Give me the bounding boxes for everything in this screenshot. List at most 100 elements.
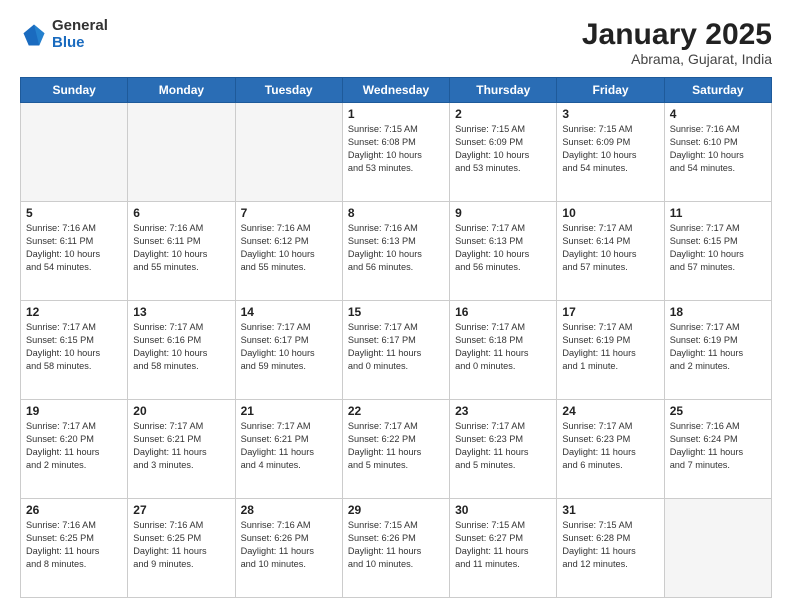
calendar-cell: 21 Sunrise: 7:17 AMSunset: 6:21 PMDayligh…: [235, 400, 342, 499]
day-number: 18: [670, 305, 766, 319]
calendar-cell: 25 Sunrise: 7:16 AMSunset: 6:24 PMDayligh…: [664, 400, 771, 499]
day-number: 13: [133, 305, 229, 319]
day-header-tuesday: Tuesday: [235, 78, 342, 103]
cell-details: Sunrise: 7:16 AMSunset: 6:25 PMDaylight:…: [133, 519, 229, 571]
calendar-cell: 8Sunrise: 7:16 AMSunset: 6:13 PMDaylight…: [342, 202, 449, 301]
calendar-cell: 18 Sunrise: 7:17 AMSunset: 6:19 PMDayligh…: [664, 301, 771, 400]
page: General Blue January 2025 Abrama, Gujara…: [0, 0, 792, 612]
cell-details: Sunrise: 7:17 AMSunset: 6:23 PMDaylight:…: [562, 420, 658, 472]
calendar-cell: 2 Sunrise: 7:15 AMSunset: 6:09 PMDaylight…: [450, 103, 557, 202]
day-number: 20: [133, 404, 229, 418]
cell-details: Sunrise: 7:16 AMSunset: 6:24 PMDaylight:…: [670, 420, 766, 472]
cell-details: Sunrise: 7:15 AMSunset: 6:08 PMDaylight:…: [348, 123, 444, 175]
calendar-cell: 16 Sunrise: 7:17 AMSunset: 6:18 PMDayligh…: [450, 301, 557, 400]
cell-details: Sunrise: 7:15 AMSunset: 6:28 PMDaylight:…: [562, 519, 658, 571]
day-number: 19: [26, 404, 122, 418]
calendar-cell: [235, 103, 342, 202]
calendar-cell: 9Sunrise: 7:17 AMSunset: 6:13 PMDaylight…: [450, 202, 557, 301]
day-number: 11: [670, 206, 766, 220]
calendar-cell: 7Sunrise: 7:16 AMSunset: 6:12 PMDaylight…: [235, 202, 342, 301]
cell-details: Sunrise: 7:16 AMSunset: 6:11 PMDaylight:…: [133, 222, 229, 274]
day-number: 27: [133, 503, 229, 517]
day-header-sunday: Sunday: [21, 78, 128, 103]
calendar-week-2: 12 Sunrise: 7:17 AMSunset: 6:15 PMDayligh…: [21, 301, 772, 400]
day-number: 6: [133, 206, 229, 220]
cell-details: Sunrise: 7:16 AMSunset: 6:25 PMDaylight:…: [26, 519, 122, 571]
cell-details: Sunrise: 7:15 AMSunset: 6:09 PMDaylight:…: [455, 123, 551, 175]
cell-details: Sunrise: 7:15 AMSunset: 6:26 PMDaylight:…: [348, 519, 444, 571]
day-number: 15: [348, 305, 444, 319]
calendar-cell: 14 Sunrise: 7:17 AMSunset: 6:17 PMDayligh…: [235, 301, 342, 400]
day-number: 26: [26, 503, 122, 517]
day-number: 28: [241, 503, 337, 517]
calendar-cell: 6 Sunrise: 7:16 AMSunset: 6:11 PMDaylight…: [128, 202, 235, 301]
calendar-cell: [664, 499, 771, 598]
calendar-table: SundayMondayTuesdayWednesdayThursdayFrid…: [20, 77, 772, 598]
cell-details: Sunrise: 7:17 AMSunset: 6:15 PMDaylight:…: [670, 222, 766, 274]
calendar-cell: 17Sunrise: 7:17 AMSunset: 6:19 PMDayligh…: [557, 301, 664, 400]
calendar-cell: 23 Sunrise: 7:17 AMSunset: 6:23 PMDayligh…: [450, 400, 557, 499]
cell-details: Sunrise: 7:16 AMSunset: 6:13 PMDaylight:…: [348, 222, 444, 274]
day-header-wednesday: Wednesday: [342, 78, 449, 103]
calendar-cell: 1 Sunrise: 7:15 AMSunset: 6:08 PMDaylight…: [342, 103, 449, 202]
cell-details: Sunrise: 7:17 AMSunset: 6:22 PMDaylight:…: [348, 420, 444, 472]
calendar-cell: 12 Sunrise: 7:17 AMSunset: 6:15 PMDayligh…: [21, 301, 128, 400]
cell-details: Sunrise: 7:15 AMSunset: 6:09 PMDaylight:…: [562, 123, 658, 175]
logo-general-text: General: [52, 18, 108, 35]
day-number: 22: [348, 404, 444, 418]
logo-icon: [20, 21, 48, 49]
day-number: 30: [455, 503, 551, 517]
calendar-cell: 10 Sunrise: 7:17 AMSunset: 6:14 PMDayligh…: [557, 202, 664, 301]
day-number: 21: [241, 404, 337, 418]
day-header-saturday: Saturday: [664, 78, 771, 103]
day-header-friday: Friday: [557, 78, 664, 103]
cell-details: Sunrise: 7:17 AMSunset: 6:23 PMDaylight:…: [455, 420, 551, 472]
cell-details: Sunrise: 7:17 AMSunset: 6:15 PMDaylight:…: [26, 321, 122, 373]
cell-details: Sunrise: 7:17 AMSunset: 6:13 PMDaylight:…: [455, 222, 551, 274]
calendar-cell: 19Sunrise: 7:17 AMSunset: 6:20 PMDayligh…: [21, 400, 128, 499]
cell-details: Sunrise: 7:16 AMSunset: 6:10 PMDaylight:…: [670, 123, 766, 175]
calendar-cell: 31 Sunrise: 7:15 AMSunset: 6:28 PMDayligh…: [557, 499, 664, 598]
cell-details: Sunrise: 7:16 AMSunset: 6:12 PMDaylight:…: [241, 222, 337, 274]
day-number: 4: [670, 107, 766, 121]
calendar-cell: 3 Sunrise: 7:15 AMSunset: 6:09 PMDaylight…: [557, 103, 664, 202]
day-number: 16: [455, 305, 551, 319]
day-number: 29: [348, 503, 444, 517]
cell-details: Sunrise: 7:16 AMSunset: 6:26 PMDaylight:…: [241, 519, 337, 571]
calendar-cell: [128, 103, 235, 202]
day-number: 10: [562, 206, 658, 220]
calendar-cell: 20Sunrise: 7:17 AMSunset: 6:21 PMDayligh…: [128, 400, 235, 499]
day-number: 3: [562, 107, 658, 121]
day-number: 5: [26, 206, 122, 220]
calendar-cell: 29 Sunrise: 7:15 AMSunset: 6:26 PMDayligh…: [342, 499, 449, 598]
day-number: 31: [562, 503, 658, 517]
calendar-week-3: 19Sunrise: 7:17 AMSunset: 6:20 PMDayligh…: [21, 400, 772, 499]
calendar-header-row: SundayMondayTuesdayWednesdayThursdayFrid…: [21, 78, 772, 103]
cell-details: Sunrise: 7:17 AMSunset: 6:21 PMDaylight:…: [241, 420, 337, 472]
day-number: 14: [241, 305, 337, 319]
day-number: 1: [348, 107, 444, 121]
logo-blue-text: Blue: [52, 35, 108, 52]
cell-details: Sunrise: 7:17 AMSunset: 6:14 PMDaylight:…: [562, 222, 658, 274]
calendar-cell: [21, 103, 128, 202]
calendar-cell: 26 Sunrise: 7:16 AMSunset: 6:25 PMDayligh…: [21, 499, 128, 598]
calendar-cell: 28 Sunrise: 7:16 AMSunset: 6:26 PMDayligh…: [235, 499, 342, 598]
cell-details: Sunrise: 7:17 AMSunset: 6:18 PMDaylight:…: [455, 321, 551, 373]
day-number: 24: [562, 404, 658, 418]
calendar-cell: 27 Sunrise: 7:16 AMSunset: 6:25 PMDayligh…: [128, 499, 235, 598]
day-number: 12: [26, 305, 122, 319]
cell-details: Sunrise: 7:17 AMSunset: 6:19 PMDaylight:…: [670, 321, 766, 373]
calendar-cell: 22 Sunrise: 7:17 AMSunset: 6:22 PMDayligh…: [342, 400, 449, 499]
location-subtitle: Abrama, Gujarat, India: [582, 51, 772, 67]
header: General Blue January 2025 Abrama, Gujara…: [20, 18, 772, 67]
cell-details: Sunrise: 7:17 AMSunset: 6:17 PMDaylight:…: [348, 321, 444, 373]
day-number: 25: [670, 404, 766, 418]
day-number: 2: [455, 107, 551, 121]
calendar-week-0: 1 Sunrise: 7:15 AMSunset: 6:08 PMDaylight…: [21, 103, 772, 202]
cell-details: Sunrise: 7:17 AMSunset: 6:19 PMDaylight:…: [562, 321, 658, 373]
calendar-cell: 15 Sunrise: 7:17 AMSunset: 6:17 PMDayligh…: [342, 301, 449, 400]
cell-details: Sunrise: 7:17 AMSunset: 6:16 PMDaylight:…: [133, 321, 229, 373]
calendar-cell: 13 Sunrise: 7:17 AMSunset: 6:16 PMDayligh…: [128, 301, 235, 400]
day-number: 23: [455, 404, 551, 418]
cell-details: Sunrise: 7:17 AMSunset: 6:17 PMDaylight:…: [241, 321, 337, 373]
